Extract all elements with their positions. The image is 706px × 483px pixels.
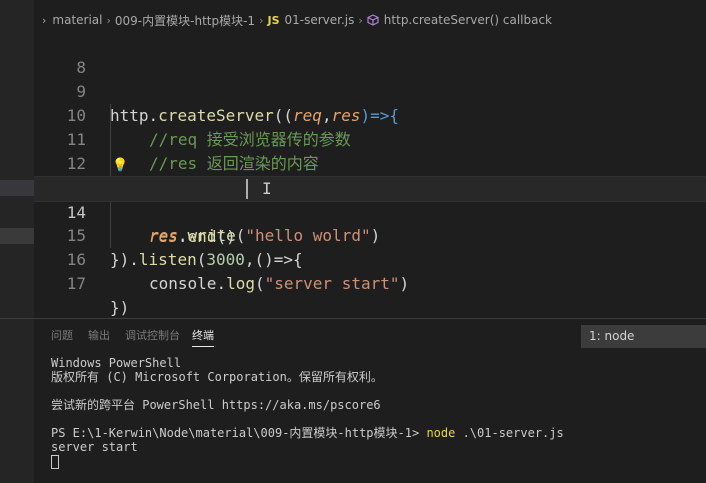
code-editor[interactable]: 8 9 http.createServer((req,res)=>{ 10 //… xyxy=(34,32,706,318)
terminal-output[interactable]: Windows PowerShell 版权所有 (C) Microsoft Co… xyxy=(51,356,691,469)
terminal-prompt: PS E:\1-Kerwin\Node\material\009-内置模块-ht… xyxy=(51,426,427,440)
code-line: 10 //req 接受浏览器传的参数 xyxy=(34,80,706,149)
code-line: 8 xyxy=(34,32,706,77)
panel-divider xyxy=(34,318,706,319)
token-punct: ( xyxy=(254,274,265,293)
terminal-cursor-line xyxy=(51,454,691,469)
tab-output[interactable]: 输出 xyxy=(88,326,110,346)
strip-marker xyxy=(0,180,34,196)
editor-area: › material › 009-内置模块-http模块-1 › JS 01-s… xyxy=(34,0,706,483)
token-function: log xyxy=(226,274,255,293)
breadcrumb-separator: › xyxy=(358,13,363,27)
sidebar-strip xyxy=(0,0,34,483)
lightbulb-icon[interactable]: 💡 xyxy=(112,154,128,178)
breadcrumb-folder-module[interactable]: 009-内置模块-http模块-1 xyxy=(115,12,255,29)
ibeam-cursor-icon: I xyxy=(262,179,272,198)
token-identifier: console xyxy=(149,274,217,293)
code-line: 13 💡 res.write("hello wolrd") xyxy=(34,152,706,245)
breadcrumb-symbol[interactable]: http.createServer() callback xyxy=(384,13,552,27)
text-cursor xyxy=(246,179,248,199)
code-line: 11 //res 返回渲染的内容 xyxy=(34,104,706,173)
code-line: 17 }) xyxy=(34,248,706,317)
breadcrumb-folder-material[interactable]: material xyxy=(52,13,102,27)
terminal-argument: .\01-server.js xyxy=(455,426,564,440)
terminal-cursor xyxy=(51,454,59,469)
tab-terminal[interactable]: 终端 xyxy=(192,326,214,347)
token-string: "server start" xyxy=(264,274,400,293)
code-line-current: 14 res.end() I xyxy=(34,176,706,246)
terminal-command: node xyxy=(426,426,456,440)
breadcrumb-file[interactable]: 01-server.js xyxy=(285,13,355,27)
terminal-line: server start xyxy=(51,440,138,454)
code-text: }) xyxy=(110,298,130,317)
code-line: 16 console.log("server start") xyxy=(34,224,706,293)
breadcrumb: › material › 009-内置模块-http模块-1 › JS 01-s… xyxy=(34,9,706,31)
terminal-select[interactable]: 1: node xyxy=(581,325,706,348)
breadcrumb-separator: › xyxy=(259,13,264,27)
code-line: 15 }).listen(3000,()=>{ xyxy=(34,200,706,269)
breadcrumb-separator: › xyxy=(106,13,111,27)
token-punct: . xyxy=(216,274,227,293)
terminal-line: 尝试新的跨平台 PowerShell https://aka.ms/pscore… xyxy=(51,398,381,412)
strip-marker xyxy=(0,228,34,244)
code-line: 12 xyxy=(34,128,706,173)
tab-problems[interactable]: 问题 xyxy=(51,326,73,346)
code-text: console.log("server start") xyxy=(149,272,409,296)
terminal-command-line: PS E:\1-Kerwin\Node\material\009-内置模块-ht… xyxy=(51,426,691,440)
tab-debug-console[interactable]: 调试控制台 xyxy=(125,326,180,346)
symbol-method-icon xyxy=(367,14,379,26)
terminal-line: 版权所有 (C) Microsoft Corporation。保留所有权利。 xyxy=(51,370,383,384)
terminal-line: Windows PowerShell xyxy=(51,356,182,370)
line-number: 17 xyxy=(66,274,86,293)
chevron-right-icon: › xyxy=(42,13,47,27)
strip-divider xyxy=(0,318,34,319)
code-line: 9 http.createServer((req,res)=>{ xyxy=(34,56,706,125)
token-punct: ) xyxy=(399,274,410,293)
js-file-icon: JS xyxy=(267,13,280,27)
